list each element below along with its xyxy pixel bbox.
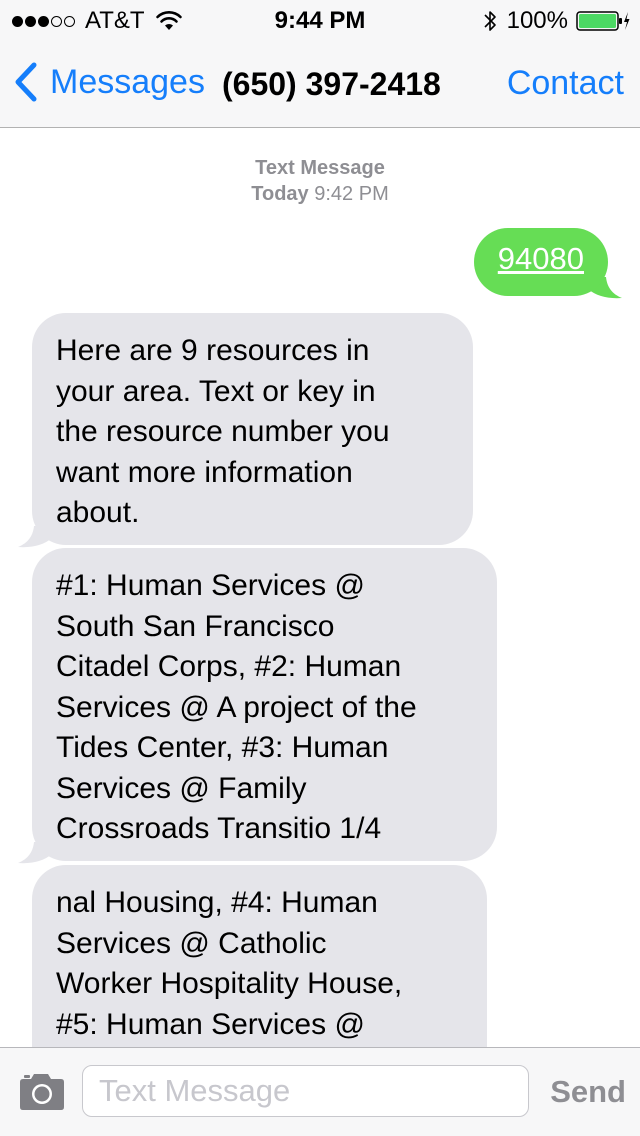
chevron-left-icon: [15, 62, 37, 102]
incoming-message-bubble[interactable]: #1: Human Services @ South San Francisco…: [32, 548, 497, 861]
timestamp-day: Today: [251, 183, 309, 205]
message-line: Worker Hospitality House,: [56, 967, 403, 1000]
message-line: your area. Text or key in: [56, 374, 376, 408]
incoming-message-bubble[interactable]: Here are 9 resources in your area. Text …: [32, 313, 473, 545]
message-line: #5: Human Services @: [56, 1007, 365, 1041]
timestamp-type: Text Message: [255, 157, 385, 179]
messages-screen: AT&T 9:44 PM 100% Messages (650) 397-241…: [0, 0, 640, 1136]
message-line: Services @ Family: [56, 771, 307, 805]
conversation-title: (650) 397-2418: [222, 66, 441, 102]
message-list[interactable]: Text Message Today 9:42 PM 94080 Here ar…: [0, 129, 640, 1047]
contact-button[interactable]: Contact: [507, 64, 624, 103]
message-line: Citadel Corps, #2: Human: [56, 650, 402, 683]
message-link[interactable]: 94080: [498, 241, 584, 276]
bluetooth-icon: [484, 11, 496, 31]
battery-icon: [576, 11, 630, 31]
back-label: Messages: [50, 62, 205, 101]
message-line: Services @ Catholic: [56, 926, 327, 960]
message-line: #1: Human Services @: [56, 569, 365, 602]
send-button[interactable]: Send: [550, 1074, 626, 1110]
status-right: 100%: [483, 7, 630, 35]
navigation-bar: Messages (650) 397-2418 Contact: [0, 40, 640, 128]
message-line: nal Housing, #4: Human: [56, 886, 378, 919]
outgoing-message-bubble[interactable]: 94080: [473, 228, 608, 296]
message-line: Services @ A project of the: [56, 690, 417, 724]
message-line: South San Francisco: [56, 609, 335, 643]
message-timestamp: Text Message Today 9:42 PM: [0, 155, 640, 207]
message-input-bar: Send: [0, 1047, 640, 1136]
battery-percent: 100%: [506, 7, 568, 34]
message-line: the resource number you: [56, 415, 390, 448]
status-bar: AT&T 9:44 PM 100%: [0, 0, 640, 40]
message-line: Crossroads Transitio 1/4: [56, 812, 382, 845]
message-text-field[interactable]: [82, 1065, 529, 1117]
message-line: Here are 9 resources in: [56, 334, 370, 367]
incoming-message-bubble[interactable]: nal Housing, #4: Human Services @ Cathol…: [32, 865, 487, 1047]
camera-icon[interactable]: [16, 1072, 68, 1112]
message-line: Tides Center, #3: Human: [56, 731, 389, 764]
message-line: want more information: [56, 455, 353, 489]
back-button[interactable]: Messages: [14, 62, 205, 102]
timestamp-time: 9:42 PM: [314, 183, 389, 205]
message-line: about.: [56, 496, 140, 529]
charging-bolt-icon: [624, 12, 630, 30]
